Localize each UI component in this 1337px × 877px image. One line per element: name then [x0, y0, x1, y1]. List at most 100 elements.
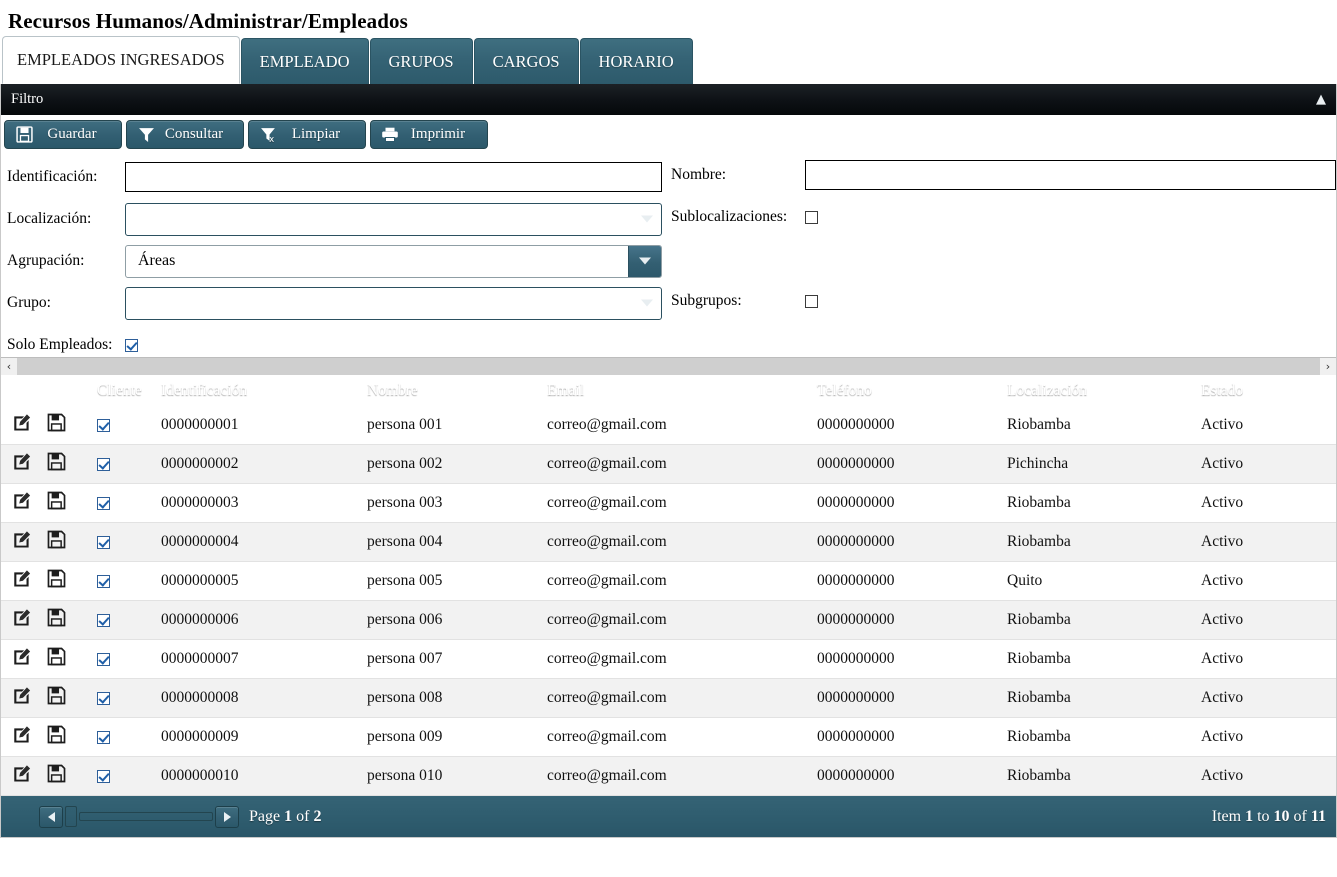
save-button[interactable]: Guardar	[4, 120, 122, 149]
cliente-checkbox[interactable]	[97, 535, 110, 549]
save-floppy-icon[interactable]	[47, 569, 66, 588]
cell-estado: Activo	[1201, 689, 1244, 706]
solo-empleados-checkbox[interactable]	[125, 338, 138, 352]
save-floppy-icon[interactable]	[47, 647, 66, 666]
pager-prev-button[interactable]	[39, 805, 63, 828]
edit-pencil-icon[interactable]	[13, 569, 32, 588]
grid-header-row: Cliente Identificación Nombre Email Telé…	[1, 375, 1336, 406]
cliente-checkbox[interactable]	[97, 769, 110, 783]
scroll-left-icon[interactable]: ‹	[1, 358, 17, 375]
tab-grupos[interactable]: GRUPOS	[369, 38, 473, 84]
tab-cargos[interactable]: CARGOS	[473, 38, 579, 84]
horizontal-scrollbar[interactable]: ‹ ›	[1, 357, 1336, 375]
agrupacion-dropdown-button[interactable]	[628, 245, 661, 277]
edit-pencil-icon[interactable]	[13, 764, 32, 783]
cliente-checkbox[interactable]	[97, 652, 110, 666]
subgrupos-label: Subgrupos:	[671, 292, 742, 309]
identificacion-input[interactable]	[125, 162, 662, 192]
col-localizacion-header[interactable]: Localización	[1007, 382, 1201, 400]
pager-slider-thumb[interactable]	[65, 806, 77, 827]
agrupacion-dropdown[interactable]: Áreas	[125, 244, 662, 278]
save-floppy-icon[interactable]	[47, 530, 66, 549]
edit-pencil-icon[interactable]	[13, 452, 32, 471]
table-row[interactable]: 0000000007 persona 007 correo@gmail.com 000…	[1, 640, 1336, 679]
cell-telefono: 0000000000	[817, 767, 895, 784]
save-floppy-icon[interactable]	[47, 452, 66, 471]
consultar-button[interactable]: Consultar	[126, 120, 244, 149]
col-nombre-header[interactable]: Nombre	[367, 382, 547, 400]
limpiar-button[interactable]: x Limpiar	[248, 120, 366, 149]
cell-nombre: persona 004	[367, 533, 443, 550]
cell-identificacion: 0000000001	[161, 416, 239, 433]
edit-pencil-icon[interactable]	[13, 608, 32, 627]
tab-empleado[interactable]: EMPLEADO	[240, 38, 369, 84]
table-row[interactable]: 0000000002 persona 002 correo@gmail.com 000…	[1, 445, 1336, 484]
save-floppy-icon[interactable]	[47, 764, 66, 783]
localizacion-label: Localización:	[7, 210, 92, 227]
edit-pencil-icon[interactable]	[13, 725, 32, 744]
edit-pencil-icon[interactable]	[13, 530, 32, 549]
cell-estado: Activo	[1201, 533, 1244, 550]
col-identificacion-header[interactable]: Identificación	[161, 382, 367, 400]
table-row[interactable]: 0000000010 persona 010 correo@gmail.com 000…	[1, 757, 1336, 796]
cell-estado: Activo	[1201, 455, 1244, 472]
tab-empleados-ingresados[interactable]: EMPLEADOS INGRESADOS	[2, 36, 240, 84]
edit-pencil-icon[interactable]	[13, 413, 32, 432]
chevron-up-icon[interactable]: ▲	[1316, 93, 1326, 106]
pager-slider[interactable]	[65, 806, 213, 827]
imprimir-button[interactable]: Imprimir	[370, 120, 488, 149]
table-row[interactable]: 0000000001 persona 001 correo@gmail.com 000…	[1, 406, 1336, 445]
cell-localizacion: Riobamba	[1007, 494, 1071, 511]
table-row[interactable]: 0000000006 persona 006 correo@gmail.com 000…	[1, 601, 1336, 640]
cell-nombre: persona 007	[367, 650, 443, 667]
col-email-header[interactable]: Email	[547, 382, 817, 400]
cliente-checkbox[interactable]	[97, 613, 110, 627]
table-row[interactable]: 0000000004 persona 004 correo@gmail.com 000…	[1, 523, 1336, 562]
cell-telefono: 0000000000	[817, 611, 895, 628]
save-floppy-icon[interactable]	[47, 725, 66, 744]
edit-pencil-icon[interactable]	[13, 686, 32, 705]
table-row[interactable]: 0000000008 persona 008 correo@gmail.com 000…	[1, 679, 1336, 718]
col-cliente-header[interactable]: Cliente	[89, 382, 161, 400]
tab-label: EMPLEADOS INGRESADOS	[17, 50, 225, 69]
scrollbar-track[interactable]	[17, 358, 1320, 375]
cell-telefono: 0000000000	[817, 494, 895, 511]
sublocalizaciones-checkbox[interactable]	[805, 210, 818, 224]
edit-pencil-icon[interactable]	[13, 491, 32, 510]
cell-identificacion: 0000000007	[161, 650, 239, 667]
cell-estado: Activo	[1201, 416, 1244, 433]
subgrupos-checkbox[interactable]	[805, 294, 818, 308]
cliente-checkbox[interactable]	[97, 574, 110, 588]
chevron-down-icon	[641, 215, 653, 223]
save-floppy-icon[interactable]	[47, 413, 66, 432]
pager-next-button[interactable]	[215, 805, 239, 828]
tab-horario[interactable]: HORARIO	[579, 38, 693, 84]
edit-pencil-icon[interactable]	[13, 647, 32, 666]
cliente-checkbox[interactable]	[97, 730, 110, 744]
localizacion-dropdown[interactable]	[125, 202, 662, 236]
cliente-checkbox[interactable]	[97, 418, 110, 432]
cliente-checkbox[interactable]	[97, 691, 110, 705]
cliente-checkbox[interactable]	[97, 457, 110, 471]
employees-grid: Cliente Identificación Nombre Email Telé…	[0, 375, 1337, 796]
table-row[interactable]: 0000000005 persona 005 correo@gmail.com 000…	[1, 562, 1336, 601]
cliente-checkbox[interactable]	[97, 496, 110, 510]
grupo-dropdown[interactable]	[125, 286, 662, 320]
save-floppy-icon[interactable]	[47, 491, 66, 510]
col-telefono-header[interactable]: Teléfono	[817, 382, 1007, 400]
table-row[interactable]: 0000000003 persona 003 correo@gmail.com 000…	[1, 484, 1336, 523]
table-row[interactable]: 0000000009 persona 009 correo@gmail.com 000…	[1, 718, 1336, 757]
filter-header[interactable]: Filtro ▲	[1, 84, 1336, 115]
chevron-down-icon	[639, 257, 651, 265]
scroll-right-icon[interactable]: ›	[1320, 358, 1336, 375]
nombre-input[interactable]	[805, 160, 1336, 190]
cell-estado: Activo	[1201, 650, 1244, 667]
save-floppy-icon[interactable]	[47, 608, 66, 627]
cell-nombre: persona 005	[367, 572, 443, 589]
save-floppy-icon[interactable]	[47, 686, 66, 705]
cell-telefono: 0000000000	[817, 416, 895, 433]
field-row-nombre: Nombre:	[671, 154, 1336, 196]
grupo-label: Grupo:	[7, 294, 51, 311]
col-estado-header[interactable]: Estado	[1201, 382, 1336, 400]
tab-label: GRUPOS	[388, 51, 454, 71]
